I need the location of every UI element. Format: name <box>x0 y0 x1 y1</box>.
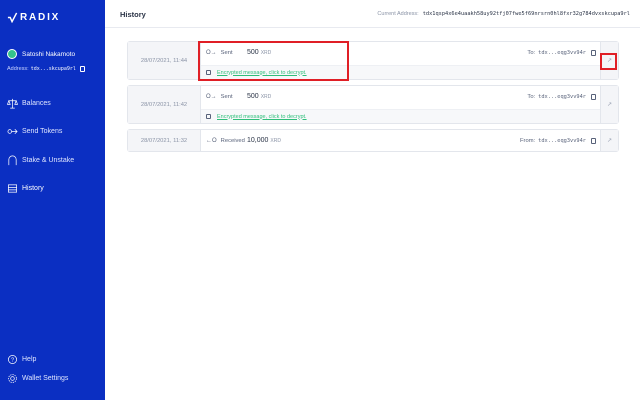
bottom-nav: ? Help Wallet Settings <box>7 352 68 390</box>
tx-type: ←O Received <box>206 138 245 144</box>
nav-label: Stake & Unstake <box>22 156 75 164</box>
history-icon <box>8 184 17 193</box>
highlight-box <box>198 41 349 81</box>
open-in-explorer-button[interactable]: ↗ <box>600 130 618 151</box>
nav-label: Send Tokens <box>22 128 63 135</box>
main-content: History Current Address: tdx1qsp4x6e4uaa… <box>105 0 640 400</box>
transaction-row: 28/07/2021, 11:42 O→ Sent 500 XRD To: tdx..… <box>127 85 619 124</box>
header-bar: History Current Address: tdx1qsp4x6e4uaa… <box>105 0 640 28</box>
copy-icon[interactable] <box>591 138 596 144</box>
copy-icon[interactable] <box>79 66 85 72</box>
avatar <box>7 49 17 59</box>
tx-message: Encrypted message, click to decrypt. <box>201 109 600 123</box>
tx-recipient: To: tdx...eqg3vv94r <box>527 50 596 56</box>
current-address-label: Current Address: <box>377 11 419 17</box>
svg-text:?: ? <box>11 357 14 363</box>
address-label: Address: <box>7 66 29 72</box>
gear-icon <box>8 373 17 383</box>
stake-icon <box>8 155 17 165</box>
transaction-row: 28/07/2021, 11:32 ←O Received 10,000 XRD F… <box>127 129 619 152</box>
nav-item-send-tokens[interactable]: Send Tokens <box>7 125 102 139</box>
wallet-profile: Satoshi Nakamoto Address: tdx...skcupa9r… <box>7 49 99 72</box>
tx-sender: From: tdx...eqg3vv94r <box>520 138 596 144</box>
decrypt-message-link[interactable]: Encrypted message, click to decrypt. <box>217 114 307 120</box>
wallet-address: tdx...skcupa9rl <box>30 66 76 72</box>
nav-label: Help <box>22 355 37 363</box>
tx-date: 28/07/2021, 11:42 <box>128 86 201 123</box>
current-address: Current Address: tdx1qsp4x6e4uaakh58uy92… <box>377 11 630 17</box>
nav-label: History <box>22 185 44 192</box>
tx-amount: 500 XRD <box>247 93 272 100</box>
radix-logo-icon <box>7 12 18 23</box>
external-link-icon: ↗ <box>606 102 613 108</box>
copy-icon[interactable] <box>591 94 596 100</box>
scale-icon <box>7 98 18 108</box>
page-title: History <box>120 10 146 19</box>
nav-label: Balances <box>22 99 51 107</box>
nav-item-balances[interactable]: Balances <box>7 96 102 110</box>
nav-item-help[interactable]: ? Help <box>7 352 68 366</box>
nav-item-history[interactable]: History <box>7 182 102 196</box>
tx-recipient: To: tdx...eqg3vv94r <box>527 94 596 100</box>
tx-type: O→ Sent <box>206 94 233 100</box>
tx-amount: 10,000 XRD <box>247 137 281 144</box>
radix-logo[interactable]: RADIX <box>7 12 60 23</box>
main-nav: Balances Send Tokens Stake & Unstake His… <box>7 96 102 210</box>
received-arrow-icon: ←O <box>206 138 217 144</box>
sent-arrow-icon: O→ <box>206 94 217 100</box>
current-address-value[interactable]: tdx1qsp4x6e4uaakh58uy92tfj07fwe5f69nrsrn… <box>423 11 630 17</box>
copy-icon[interactable] <box>591 50 596 56</box>
lock-icon <box>206 114 211 119</box>
nav-label: Wallet Settings <box>22 374 69 382</box>
nav-item-stake-unstake[interactable]: Stake & Unstake <box>7 153 102 167</box>
tx-date: 28/07/2021, 11:44 <box>128 42 201 79</box>
external-link-icon: ↗ <box>606 138 613 144</box>
logo-text: RADIX <box>20 12 61 23</box>
highlight-box <box>600 53 617 70</box>
nav-item-wallet-settings[interactable]: Wallet Settings <box>7 371 68 385</box>
open-in-explorer-button[interactable]: ↗ <box>600 86 618 123</box>
tx-date: 28/07/2021, 11:32 <box>128 130 201 151</box>
profile-name: Satoshi Nakamoto <box>22 50 76 58</box>
sidebar: RADIX Satoshi Nakamoto Address: tdx...sk… <box>0 0 105 400</box>
send-icon <box>7 128 18 135</box>
help-icon: ? <box>8 354 17 364</box>
